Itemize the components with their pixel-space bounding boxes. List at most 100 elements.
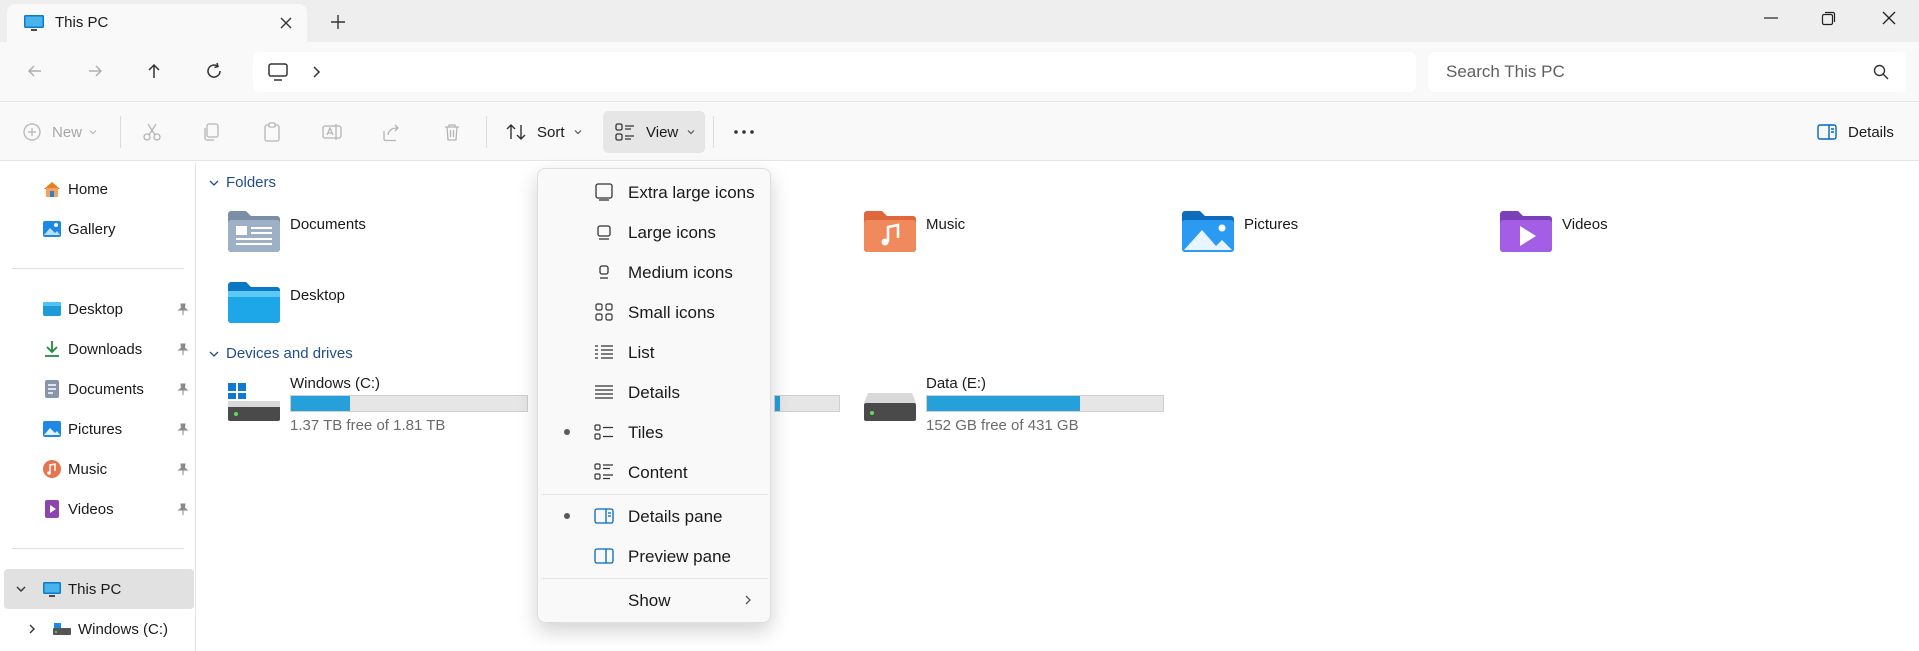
details-pane-button[interactable]: Details <box>1816 117 1894 147</box>
pin-icon[interactable] <box>176 502 190 516</box>
monitor-icon <box>24 15 44 31</box>
medium-icons-icon <box>599 265 609 279</box>
paste-button[interactable] <box>261 117 283 147</box>
checked-bullet-icon <box>564 513 570 519</box>
search-input[interactable]: Search This PC <box>1428 52 1906 92</box>
refresh-icon <box>207 62 221 78</box>
sidebar-item-label: Music <box>68 460 108 478</box>
section-title: Folders <box>226 174 277 191</box>
menu-item-tiles[interactable]: Tiles <box>542 413 768 451</box>
menu-item-details[interactable]: Details <box>542 373 768 411</box>
copy-button[interactable] <box>200 117 222 147</box>
sidebar-item-label: Documents <box>68 380 144 398</box>
trash-icon <box>445 124 459 141</box>
toolbar-divider <box>486 116 487 148</box>
drives-section-header[interactable]: Devices and drives <box>208 345 353 362</box>
search-placeholder: Search This PC <box>1446 62 1565 81</box>
videos-folder-icon <box>1500 211 1552 252</box>
folder-pictures[interactable]: Pictures <box>1180 206 1480 266</box>
videos-icon <box>45 500 59 518</box>
sidebar-item-pictures[interactable]: Pictures <box>0 411 196 447</box>
folder-label: Pictures <box>1244 216 1299 233</box>
menu-item-preview-pane[interactable]: Preview pane <box>542 537 768 575</box>
folder-music[interactable]: Music <box>862 206 1162 266</box>
folder-label: Documents <box>290 216 366 233</box>
restore-icon[interactable] <box>1813 6 1843 34</box>
menu-item-show[interactable]: Show <box>542 581 768 619</box>
cut-button[interactable] <box>141 117 163 147</box>
chevron-right-icon <box>745 595 751 605</box>
sidebar-item-desktop[interactable]: Desktop <box>0 291 196 327</box>
drive-free-space: 152 GB free of 431 GB <box>926 417 1079 434</box>
sidebar-divider <box>12 268 184 269</box>
new-tab-icon[interactable] <box>328 12 348 32</box>
folder-desktop[interactable]: Desktop <box>226 277 526 337</box>
sidebar-item-music[interactable]: Music <box>0 451 196 487</box>
minimize-icon[interactable] <box>1756 6 1786 34</box>
more-options-button[interactable] <box>732 117 756 147</box>
menu-item-content[interactable]: Content <box>542 453 768 491</box>
sidebar-item-gallery[interactable]: Gallery <box>0 211 196 247</box>
folders-section-header[interactable]: Folders <box>208 174 276 191</box>
sidebar-item-this-pc[interactable]: This PC <box>0 571 196 607</box>
sidebar-item-documents[interactable]: Documents <box>0 371 196 407</box>
up-button[interactable] <box>139 56 169 86</box>
chevron-down-icon[interactable] <box>15 583 27 595</box>
back-button[interactable] <box>20 56 50 86</box>
details-pane-icon <box>594 508 614 524</box>
address-bar: Search This PC <box>0 42 1919 102</box>
clipboard-icon <box>264 122 280 142</box>
windows-drive-icon <box>228 383 280 421</box>
forward-button[interactable] <box>80 56 110 86</box>
more-horizontal-icon <box>734 130 754 134</box>
address-field[interactable] <box>253 52 1416 92</box>
menu-item-extra-large-icons[interactable]: Extra large icons <box>542 173 768 211</box>
folder-documents[interactable]: Documents <box>226 206 526 266</box>
share-button[interactable] <box>381 117 403 147</box>
sort-button[interactable]: Sort <box>505 117 583 147</box>
pin-icon[interactable] <box>176 462 190 476</box>
sidebar-divider <box>12 548 184 549</box>
chevron-right-icon[interactable] <box>26 623 38 635</box>
search-icon[interactable] <box>1872 63 1890 81</box>
delete-button[interactable] <box>441 117 463 147</box>
menu-item-label: Preview pane <box>628 547 732 566</box>
menu-item-list[interactable]: List <box>542 333 768 371</box>
menu-item-large-icons[interactable]: Large icons <box>542 213 768 251</box>
view-button[interactable]: View <box>614 117 696 147</box>
pin-icon[interactable] <box>176 382 190 396</box>
menu-item-details-pane[interactable]: Details pane <box>542 497 768 535</box>
pictures-folder-icon <box>1182 211 1234 252</box>
folder-videos[interactable]: Videos <box>1498 206 1798 266</box>
drive-data-e[interactable]: Data (E:) 152 GB free of 431 GB <box>862 375 1182 439</box>
sidebar-item-videos[interactable]: Videos <box>0 491 196 527</box>
home-icon <box>44 182 60 197</box>
menu-item-medium-icons[interactable]: Medium icons <box>542 253 768 291</box>
drive-windows-c[interactable]: Windows (C:) 1.37 TB free of 1.81 TB <box>226 375 546 439</box>
pin-icon[interactable] <box>176 342 190 356</box>
drive-usage-bar <box>290 395 528 412</box>
chevron-right-icon[interactable] <box>309 63 323 81</box>
rename-button[interactable] <box>321 117 343 147</box>
close-tab-icon[interactable] <box>275 12 297 34</box>
drive-icon <box>864 393 916 421</box>
desktop-folder-icon <box>228 282 280 323</box>
sidebar-item-downloads[interactable]: Downloads <box>0 331 196 367</box>
sort-icon <box>506 124 526 140</box>
sidebar-item-home[interactable]: Home <box>0 171 196 207</box>
sidebar-item-windows-c[interactable]: Windows (C:) <box>0 611 196 647</box>
sidebar-item-label: Windows (C:) <box>78 620 169 638</box>
menu-divider <box>542 578 768 579</box>
menu-item-label: Details pane <box>628 507 723 526</box>
drive-free-space: 1.37 TB free of 1.81 TB <box>290 417 446 434</box>
new-button[interactable]: New <box>22 117 98 147</box>
refresh-button[interactable] <box>199 56 229 86</box>
pin-icon[interactable] <box>176 422 190 436</box>
pin-icon[interactable] <box>176 302 190 316</box>
drive-name: Data (E:) <box>926 375 987 392</box>
tab-this-pc[interactable]: This PC <box>7 4 307 42</box>
menu-item-small-icons[interactable]: Small icons <box>542 293 768 331</box>
monitor-icon <box>268 63 288 81</box>
close-window-icon[interactable] <box>1874 6 1904 34</box>
toolbar-divider <box>120 116 121 148</box>
